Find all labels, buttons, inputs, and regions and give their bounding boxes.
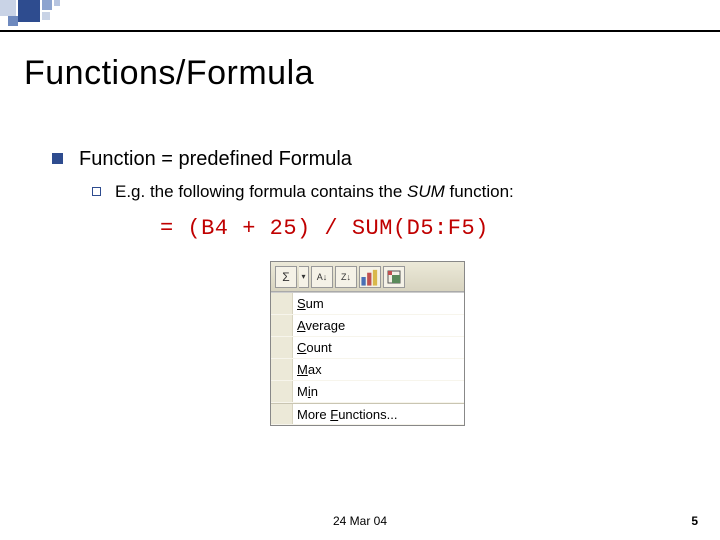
bullet-2-suffix: function:	[445, 182, 514, 201]
bullet-level-2: E.g. the following formula contains the …	[92, 182, 514, 202]
page-number: 5	[691, 514, 698, 528]
menu-item-more-functions[interactable]: More Functions...	[271, 403, 464, 425]
square-bullet-icon	[52, 153, 63, 164]
bullet-level-1: Function = predefined Formula	[52, 148, 352, 171]
menu-item-min[interactable]: Min	[271, 381, 464, 403]
menu-item-average[interactable]: Average	[271, 315, 464, 337]
autosum-icon[interactable]: Σ	[275, 266, 297, 288]
autosum-menu: Sum Average Count Max Min More Functions…	[271, 292, 464, 425]
corner-decoration	[0, 0, 100, 30]
toolbar-strip: Σ ▾ A↓ Z↓	[271, 262, 464, 292]
slide-title: Functions/Formula	[24, 54, 314, 93]
bullet-1-text: Function = predefined Formula	[79, 148, 352, 171]
bullet-2-text: E.g. the following formula contains the …	[115, 182, 514, 202]
autosum-dropdown-screenshot: Σ ▾ A↓ Z↓ Sum Average Count Max Min	[270, 261, 465, 426]
bullet-2-emphasis: SUM	[407, 182, 445, 201]
bullet-2-prefix: E.g. the following formula contains the	[115, 182, 407, 201]
sort-descending-icon[interactable]: Z↓	[335, 266, 357, 288]
horizontal-rule	[0, 30, 720, 32]
menu-item-max[interactable]: Max	[271, 359, 464, 381]
footer-date: 24 Mar 04	[0, 514, 720, 528]
menu-item-sum[interactable]: Sum	[271, 293, 464, 315]
pivot-table-icon[interactable]	[383, 266, 405, 288]
hollow-square-bullet-icon	[92, 187, 101, 196]
chart-wizard-icon[interactable]	[359, 266, 381, 288]
sort-ascending-icon[interactable]: A↓	[311, 266, 333, 288]
example-formula: = (B4 + 25) / SUM(D5:F5)	[160, 216, 489, 241]
menu-item-count[interactable]: Count	[271, 337, 464, 359]
autosum-dropdown-arrow-icon[interactable]: ▾	[299, 266, 309, 288]
